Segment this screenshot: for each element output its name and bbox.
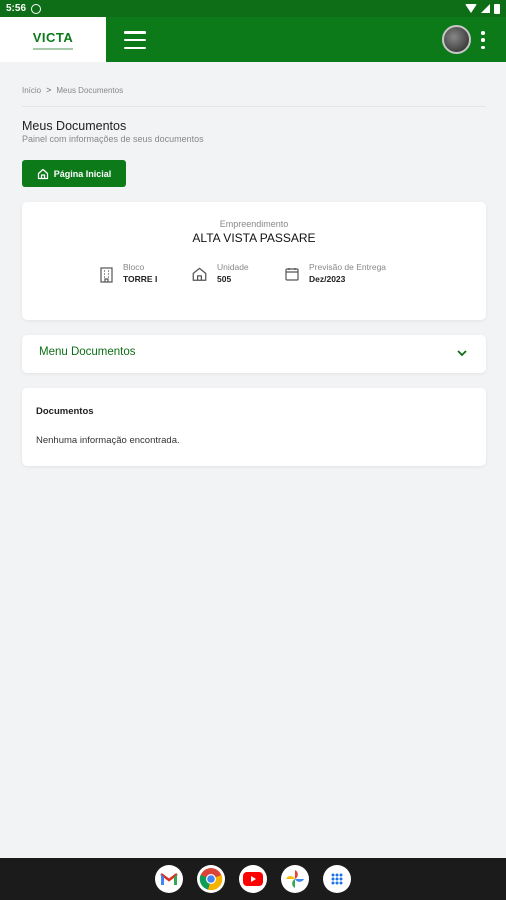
empreendimento-name: ALTA VISTA PASSARE: [192, 231, 316, 245]
status-time: 5:56: [6, 3, 27, 14]
bloco-info: Bloco TORRE I: [100, 262, 157, 284]
empreendimento-label: Empreendimento: [219, 219, 289, 229]
menu-documentos-title: Menu Documentos: [39, 346, 136, 358]
unidade-label: Unidade: [217, 262, 249, 272]
app-dock: [0, 858, 506, 900]
documentos-title: Documentos: [36, 406, 94, 417]
youtube-icon[interactable]: [239, 865, 267, 893]
chevron-down-icon[interactable]: [456, 347, 468, 359]
hamburger-menu-icon[interactable]: [124, 31, 146, 49]
breadcrumb-home[interactable]: Início: [22, 86, 41, 95]
previsao-label: Previsão de Entrega: [309, 262, 387, 272]
home-button-label: Página Inicial: [53, 168, 112, 179]
bloco-value: TORRE I: [123, 274, 158, 284]
documentos-card: Documentos Nenhuma informação encontrada…: [22, 388, 486, 466]
home-button[interactable]: Página Inicial: [22, 160, 126, 187]
previsao-value: Dez/2023: [309, 274, 346, 284]
breadcrumb: Início > Meus Documentos: [22, 85, 123, 95]
avatar[interactable]: [442, 25, 471, 54]
notification-icon: [31, 3, 42, 14]
wifi-icon: [465, 4, 477, 13]
battery-icon: [494, 3, 500, 14]
previsao-info: Previsão de Entrega Dez/2023: [285, 262, 386, 284]
app-bar: VICTA: [0, 17, 506, 62]
chevron-right-icon: >: [46, 85, 52, 95]
status-icons: [465, 3, 500, 14]
logo-text: VICTA: [32, 29, 74, 45]
chrome-icon[interactable]: [197, 865, 225, 893]
gmail-icon[interactable]: [155, 865, 183, 893]
signal-icon: [481, 4, 490, 13]
divider: [22, 106, 486, 107]
empreendimento-card: Empreendimento ALTA VISTA PASSARE Bloco …: [22, 202, 486, 320]
logo-tagline: [33, 47, 73, 50]
page-subtitle: Painel com informações de seus documento…: [22, 134, 204, 144]
app-drawer-icon[interactable]: [323, 865, 351, 893]
photos-icon[interactable]: [281, 865, 309, 893]
page-title: Meus Documentos: [22, 119, 127, 133]
building-icon: [100, 267, 113, 283]
unidade-info: Unidade 505: [192, 262, 249, 284]
bloco-label: Bloco: [123, 262, 145, 272]
logo[interactable]: VICTA: [0, 17, 106, 62]
menu-documentos-accordion[interactable]: Menu Documentos: [22, 335, 486, 373]
calendar-icon: [285, 268, 299, 281]
empty-message: Nenhuma informação encontrada.: [36, 435, 180, 446]
unidade-value: 505: [217, 274, 232, 284]
more-vert-icon[interactable]: [480, 31, 486, 49]
house-icon: [192, 267, 207, 281]
home-icon: [37, 168, 48, 179]
breadcrumb-current: Meus Documentos: [56, 85, 124, 95]
status-bar: 5:56: [0, 0, 506, 17]
